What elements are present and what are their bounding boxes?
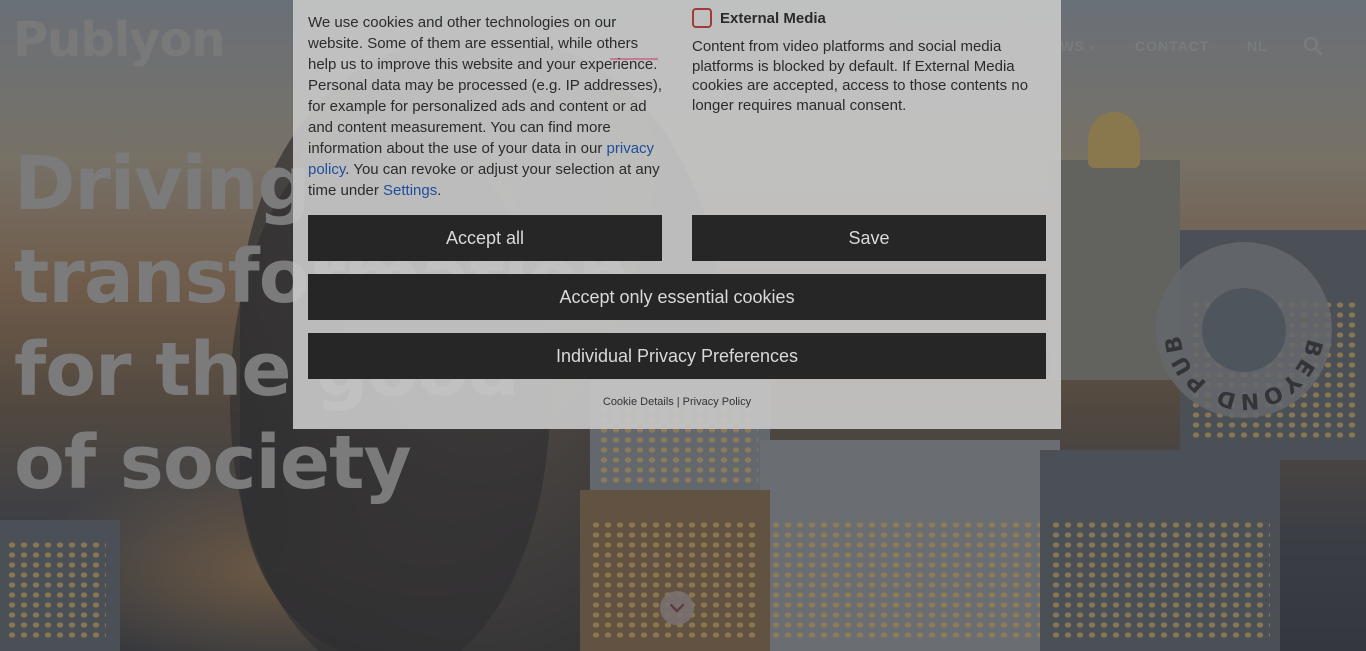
cookie-consent-dialog: We use cookies and other technologies on… [293, 0, 1061, 429]
cookie-body-text: We use cookies and other technologies on… [308, 14, 663, 157]
external-media-option[interactable]: External Media [692, 8, 826, 28]
footer-separator: | [676, 396, 680, 408]
footer-privacy-policy-link[interactable]: Privacy Policy [683, 396, 751, 408]
external-media-description: Content from video platforms and social … [692, 38, 1029, 114]
individual-privacy-preferences-button[interactable]: Individual Privacy Preferences [308, 333, 1046, 379]
external-media-checkbox[interactable] [692, 8, 712, 28]
settings-link[interactable]: Settings [383, 182, 437, 199]
cookie-intro-text: We use cookies and other technologies on… [308, 12, 664, 201]
save-button[interactable]: Save [692, 215, 1046, 261]
accept-essential-button[interactable]: Accept only essential cookies [308, 274, 1046, 320]
accept-all-button[interactable]: Accept all [308, 215, 662, 261]
cookie-footer-links: Cookie Details | Privacy Policy [293, 396, 1061, 408]
cookie-body-text: . You can revoke or adjust your selectio… [308, 161, 660, 199]
cookie-body-text: . [437, 182, 442, 199]
cookie-details-link[interactable]: Cookie Details [603, 396, 674, 408]
external-media-label: External Media [720, 9, 826, 27]
